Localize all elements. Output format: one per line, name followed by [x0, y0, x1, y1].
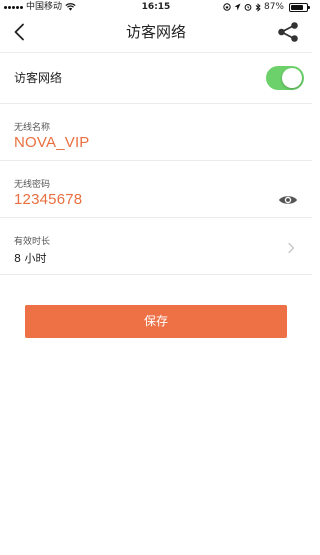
status-right: 87% [223, 0, 310, 14]
battery-percent: 87% [263, 2, 284, 12]
ssid-value[interactable]: NOVA_VIP [14, 134, 90, 151]
battery-fill [291, 4, 304, 10]
bluetooth-icon [255, 2, 261, 12]
password-value[interactable]: 12345678 [14, 191, 82, 208]
location-icon [234, 3, 241, 11]
share-button[interactable] [276, 20, 300, 44]
rotation-lock-icon [223, 3, 231, 11]
status-bar: 中国移动 16:15 87% [0, 0, 312, 14]
duration-chevron[interactable] [286, 239, 296, 254]
duration-row[interactable]: 有效时长 8 小时 [0, 218, 312, 275]
page-title: 访客网络 [125, 23, 186, 41]
ssid-row[interactable]: 无线名称 NOVA_VIP [0, 104, 312, 161]
duration-label: 有效时长 [14, 237, 51, 247]
password-row[interactable]: 无线密码 12345678 [0, 161, 312, 218]
ssid-label: 无线名称 [14, 123, 51, 133]
share-icon [278, 22, 298, 42]
guest-network-toggle[interactable] [266, 66, 304, 90]
nav-bar: 访客网络 [0, 14, 312, 50]
guest-network-label: 访客网络 [14, 71, 63, 85]
chevron-right-icon [288, 242, 295, 254]
password-visibility-button[interactable] [278, 192, 298, 206]
alarm-icon [244, 4, 252, 11]
save-button[interactable]: 保存 [25, 305, 287, 338]
duration-value: 8 小时 [14, 252, 47, 265]
guest-network-row: 访客网络 [0, 52, 312, 104]
guest-network-screen: 中国移动 16:15 87% 访客网络 访客网络 无线名称 NOVA_VIP 无… [0, 0, 312, 555]
toggle-knob [282, 68, 302, 88]
password-label: 无线密码 [14, 180, 51, 190]
battery-icon [289, 2, 310, 12]
eye-icon [279, 196, 297, 204]
